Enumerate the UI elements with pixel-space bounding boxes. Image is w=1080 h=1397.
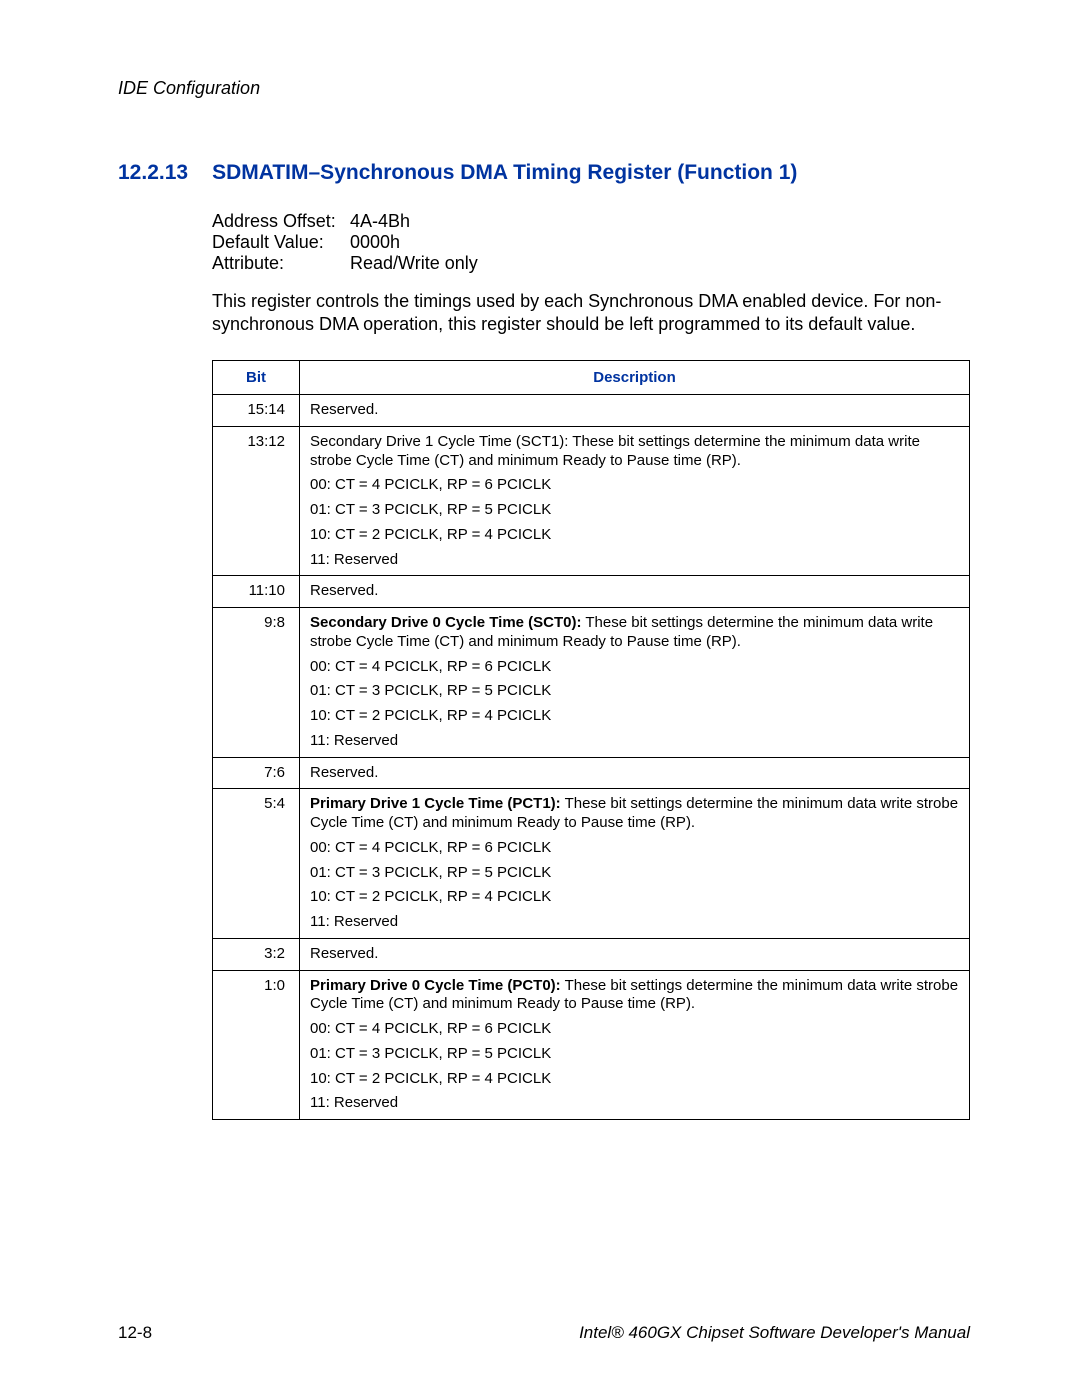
description-line: 00: CT = 4 PCICLK, RP = 6 PCICLK	[310, 476, 959, 495]
table-header-description: Description	[300, 361, 970, 395]
section-number: 12.2.13	[118, 161, 188, 185]
default-value-label: Default Value:	[212, 232, 350, 253]
bit-cell: 7:6	[213, 757, 300, 789]
description-cell: Reserved.	[300, 576, 970, 608]
description-line: Secondary Drive 1 Cycle Time (SCT1): The…	[310, 433, 959, 471]
description-line: 01: CT = 3 PCICLK, RP = 5 PCICLK	[310, 501, 959, 520]
description-cell: Reserved.	[300, 395, 970, 427]
section-title: SDMATIM–Synchronous DMA Timing Register …	[212, 161, 970, 185]
register-bit-table: Bit Description 15:14 Reserved. 13:12 Secon…	[212, 360, 970, 1120]
description-line: 01: CT = 3 PCICLK, RP = 5 PCICLK	[310, 864, 959, 883]
address-offset-value: 4A-4Bh	[350, 211, 410, 232]
description-line: 00: CT = 4 PCICLK, RP = 6 PCICLK	[310, 839, 959, 858]
bit-cell: 13:12	[213, 426, 300, 576]
description-line: 10: CT = 2 PCICLK, RP = 4 PCICLK	[310, 1070, 959, 1089]
table-row: 15:14 Reserved.	[213, 395, 970, 427]
description-cell: Primary Drive 1 Cycle Time (PCT1): These…	[300, 789, 970, 939]
attribute-label: Attribute:	[212, 253, 350, 274]
description-cell: Reserved.	[300, 938, 970, 970]
bit-cell: 9:8	[213, 608, 300, 758]
attribute-value: Read/Write only	[350, 253, 478, 274]
description-line: 01: CT = 3 PCICLK, RP = 5 PCICLK	[310, 682, 959, 701]
bit-cell: 5:4	[213, 789, 300, 939]
page-number: 12-8	[118, 1323, 152, 1343]
table-row: 1:0 Primary Drive 0 Cycle Time (PCT0): Th…	[213, 970, 970, 1120]
description-cell: Secondary Drive 1 Cycle Time (SCT1): The…	[300, 426, 970, 576]
manual-title: Intel® 460GX Chipset Software Developer'…	[579, 1323, 970, 1343]
description-line: 11: Reserved	[310, 732, 959, 751]
register-meta-table: Address Offset: 4A-4Bh Default Value: 00…	[212, 211, 970, 274]
intro-paragraph: This register controls the timings used …	[212, 290, 970, 336]
table-row: 7:6 Reserved.	[213, 757, 970, 789]
description-line: 01: CT = 3 PCICLK, RP = 5 PCICLK	[310, 1045, 959, 1064]
table-row: 5:4 Primary Drive 1 Cycle Time (PCT1): Th…	[213, 789, 970, 939]
description-cell: Reserved.	[300, 757, 970, 789]
table-row: 9:8 Secondary Drive 0 Cycle Time (SCT0): …	[213, 608, 970, 758]
default-value-value: 0000h	[350, 232, 400, 253]
description-line: 11: Reserved	[310, 551, 959, 570]
running-head: IDE Configuration	[118, 78, 970, 99]
description-cell: Primary Drive 0 Cycle Time (PCT0): These…	[300, 970, 970, 1120]
address-offset-label: Address Offset:	[212, 211, 350, 232]
description-line: 10: CT = 2 PCICLK, RP = 4 PCICLK	[310, 526, 959, 545]
description-line: Reserved.	[310, 582, 959, 601]
description-line: Secondary Drive 0 Cycle Time (SCT0): The…	[310, 614, 959, 652]
bit-cell: 11:10	[213, 576, 300, 608]
description-line: 00: CT = 4 PCICLK, RP = 6 PCICLK	[310, 1020, 959, 1039]
bit-cell: 1:0	[213, 970, 300, 1120]
description-cell: Secondary Drive 0 Cycle Time (SCT0): The…	[300, 608, 970, 758]
table-header-bit: Bit	[213, 361, 300, 395]
bit-cell: 3:2	[213, 938, 300, 970]
description-line: Reserved.	[310, 401, 959, 420]
description-line: Primary Drive 1 Cycle Time (PCT1): These…	[310, 795, 959, 833]
description-line: Reserved.	[310, 945, 959, 964]
description-line: 11: Reserved	[310, 913, 959, 932]
description-line: Reserved.	[310, 764, 959, 783]
table-row: 11:10 Reserved.	[213, 576, 970, 608]
description-line: Primary Drive 0 Cycle Time (PCT0): These…	[310, 977, 959, 1015]
description-line: 10: CT = 2 PCICLK, RP = 4 PCICLK	[310, 888, 959, 907]
bit-cell: 15:14	[213, 395, 300, 427]
table-row: 13:12 Secondary Drive 1 Cycle Time (SCT1)…	[213, 426, 970, 576]
table-row: 3:2 Reserved.	[213, 938, 970, 970]
description-line: 11: Reserved	[310, 1094, 959, 1113]
page-footer: 12-8 Intel® 460GX Chipset Software Devel…	[118, 1323, 970, 1343]
description-line: 10: CT = 2 PCICLK, RP = 4 PCICLK	[310, 707, 959, 726]
description-line: 00: CT = 4 PCICLK, RP = 6 PCICLK	[310, 658, 959, 677]
section-heading: 12.2.13 SDMATIM–Synchronous DMA Timing R…	[118, 161, 970, 185]
